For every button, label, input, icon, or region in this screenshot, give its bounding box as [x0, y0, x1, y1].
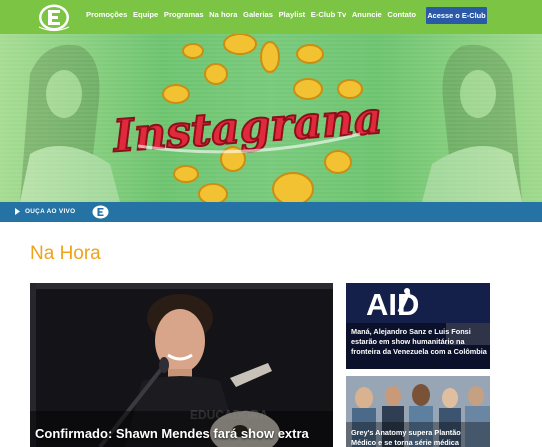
eclub-access-button[interactable]: Acesse o E-Club: [426, 7, 487, 24]
play-icon: [15, 208, 20, 215]
news-side-2-caption[interactable]: Grey's Anatomy supera Plantão Médico e s…: [351, 428, 487, 447]
listen-live-bar[interactable]: OUÇA AO VIVO: [0, 202, 542, 222]
news-card-side-1[interactable]: AID Maná, Alejandro Sanz e Luis Fonsi es…: [346, 283, 490, 369]
nav-item-anuncie[interactable]: Anuncie: [352, 10, 382, 19]
listen-live-label[interactable]: OUÇA AO VIVO: [14, 208, 75, 215]
nav-item-promocoes[interactable]: Promoções: [86, 10, 127, 19]
news-side-1-caption[interactable]: Maná, Alejandro Sanz e Luis Fonsi estarã…: [351, 327, 487, 357]
site-logo[interactable]: [35, 3, 73, 32]
site-header: Promoções Equipe Programas Na hora Galer…: [0, 0, 542, 34]
section-title-na-hora: Na Hora: [30, 243, 101, 264]
news-card-main[interactable]: EDUCADORA Confirmado: Shawn Mendes fará …: [30, 283, 333, 447]
nav-item-galerias[interactable]: Galerias: [243, 10, 273, 19]
nav-item-eclub-tv[interactable]: E-Club Tv: [311, 10, 346, 19]
eclub-small-logo: [92, 205, 109, 219]
news-main-caption[interactable]: Confirmado: Shawn Mendes fará show extra: [35, 426, 309, 441]
page: Promoções Equipe Programas Na hora Galer…: [0, 0, 542, 447]
nav-item-programas[interactable]: Programas: [164, 10, 204, 19]
nav-item-equipe[interactable]: Equipe: [133, 10, 158, 19]
instagrana-artwork: Instagrana: [109, 34, 385, 202]
news-main-image: EDUCADORA: [30, 283, 333, 447]
nav-item-contato[interactable]: Contato: [387, 10, 416, 19]
hero-banner[interactable]: Instagrana: [0, 34, 542, 202]
news-side-1-image-text: AID: [366, 287, 419, 322]
main-nav: Promoções Equipe Programas Na hora Galer…: [86, 10, 422, 19]
nav-item-na-hora[interactable]: Na hora: [209, 10, 237, 19]
listen-live-text: OUÇA AO VIVO: [25, 208, 76, 215]
news-card-side-2[interactable]: Grey's Anatomy supera Plantão Médico e s…: [346, 376, 490, 447]
nav-item-playlist[interactable]: Playlist: [279, 10, 306, 19]
